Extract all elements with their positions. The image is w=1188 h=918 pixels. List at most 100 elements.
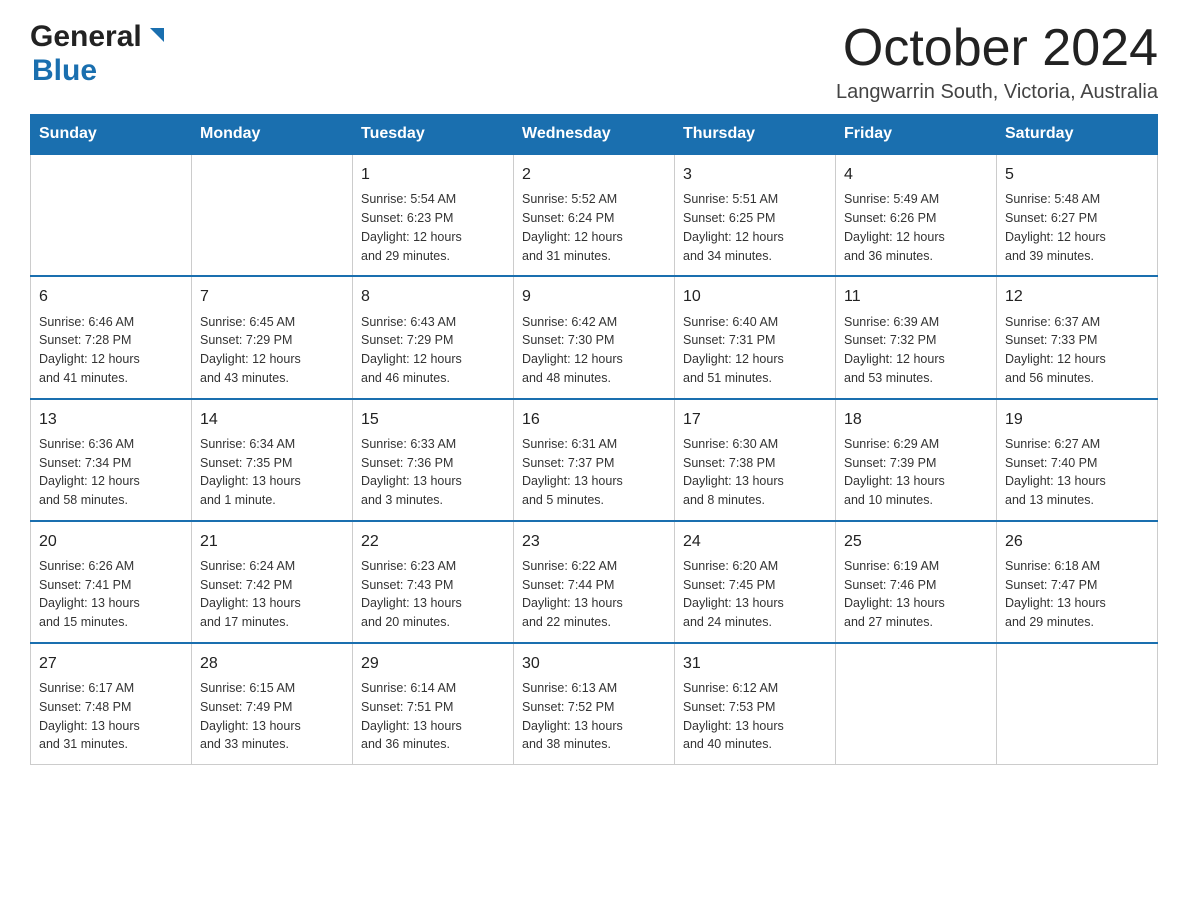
calendar-cell-w5-d1: 27Sunrise: 6:17 AM Sunset: 7:48 PM Dayli… bbox=[31, 643, 192, 765]
day-number: 23 bbox=[522, 530, 666, 553]
page-header: General Blue October 2024 Langwarrin Sou… bbox=[30, 20, 1158, 104]
calendar-cell-w1-d2 bbox=[192, 154, 353, 276]
day-info: Sunrise: 5:52 AM Sunset: 6:24 PM Dayligh… bbox=[522, 190, 666, 265]
header-thursday: Thursday bbox=[675, 115, 836, 155]
header-tuesday: Tuesday bbox=[353, 115, 514, 155]
calendar-cell-w1-d4: 2 Sunrise: 5:52 AM Sunset: 6:24 PM Daylig… bbox=[514, 154, 675, 276]
day-info: Sunrise: 6:29 AM Sunset: 7:39 PM Dayligh… bbox=[844, 435, 988, 510]
title-section: October 2024 Langwarrin South, Victoria,… bbox=[836, 20, 1158, 104]
header-sunday: Sunday bbox=[31, 115, 192, 155]
day-number: 27 bbox=[39, 652, 183, 675]
day-number: 21 bbox=[200, 530, 344, 553]
logo-triangle-icon bbox=[146, 24, 168, 51]
day-info: Sunrise: 5:51 AM Sunset: 6:25 PM Dayligh… bbox=[683, 190, 827, 265]
calendar-cell-w4-d2: 21 Sunrise: 6:24 AM Sunset: 7:42 PM Dayli… bbox=[192, 521, 353, 643]
calendar-cell-w3-d5: 17Sunrise: 6:30 AM Sunset: 7:38 PM Dayli… bbox=[675, 399, 836, 521]
day-number: 24 bbox=[683, 530, 827, 553]
day-info: Sunrise: 6:24 AM Sunset: 7:42 PM Dayligh… bbox=[200, 557, 344, 632]
day-number: 25 bbox=[844, 530, 988, 553]
weekday-header-row: Sunday Monday Tuesday Wednesday Thursday… bbox=[31, 115, 1158, 155]
day-number: 20 bbox=[39, 530, 183, 553]
calendar-cell-w2-d7: 12Sunrise: 6:37 AM Sunset: 7:33 PM Dayli… bbox=[997, 276, 1158, 398]
day-info: Sunrise: 6:19 AM Sunset: 7:46 PM Dayligh… bbox=[844, 557, 988, 632]
day-info: Sunrise: 6:13 AM Sunset: 7:52 PM Dayligh… bbox=[522, 679, 666, 754]
day-info: Sunrise: 5:54 AM Sunset: 6:23 PM Dayligh… bbox=[361, 190, 505, 265]
day-info: Sunrise: 6:22 AM Sunset: 7:44 PM Dayligh… bbox=[522, 557, 666, 632]
day-number: 30 bbox=[522, 652, 666, 675]
calendar-cell-w2-d4: 9 Sunrise: 6:42 AM Sunset: 7:30 PM Daylig… bbox=[514, 276, 675, 398]
calendar-cell-w4-d6: 25 Sunrise: 6:19 AM Sunset: 7:46 PM Dayli… bbox=[836, 521, 997, 643]
calendar-cell-w3-d2: 14 Sunrise: 6:34 AM Sunset: 7:35 PM Dayli… bbox=[192, 399, 353, 521]
day-info: Sunrise: 6:36 AM Sunset: 7:34 PM Dayligh… bbox=[39, 435, 183, 510]
calendar-cell-w5-d2: 28Sunrise: 6:15 AM Sunset: 7:49 PM Dayli… bbox=[192, 643, 353, 765]
day-info: Sunrise: 6:33 AM Sunset: 7:36 PM Dayligh… bbox=[361, 435, 505, 510]
calendar-cell-w3-d4: 16Sunrise: 6:31 AM Sunset: 7:37 PM Dayli… bbox=[514, 399, 675, 521]
day-info: Sunrise: 6:18 AM Sunset: 7:47 PM Dayligh… bbox=[1005, 557, 1149, 632]
day-info: Sunrise: 6:39 AM Sunset: 7:32 PM Dayligh… bbox=[844, 313, 988, 388]
calendar-cell-w1-d5: 3Sunrise: 5:51 AM Sunset: 6:25 PM Daylig… bbox=[675, 154, 836, 276]
calendar-cell-w4-d7: 26 Sunrise: 6:18 AM Sunset: 7:47 PM Dayli… bbox=[997, 521, 1158, 643]
day-number: 31 bbox=[683, 652, 827, 675]
calendar-cell-w5-d4: 30 Sunrise: 6:13 AM Sunset: 7:52 PM Dayli… bbox=[514, 643, 675, 765]
calendar-cell-w2-d2: 7 Sunrise: 6:45 AM Sunset: 7:29 PM Daylig… bbox=[192, 276, 353, 398]
header-wednesday: Wednesday bbox=[514, 115, 675, 155]
day-number: 26 bbox=[1005, 530, 1149, 553]
day-info: Sunrise: 6:46 AM Sunset: 7:28 PM Dayligh… bbox=[39, 313, 183, 388]
header-saturday: Saturday bbox=[997, 115, 1158, 155]
day-number: 12 bbox=[1005, 285, 1149, 308]
day-info: Sunrise: 6:14 AM Sunset: 7:51 PM Dayligh… bbox=[361, 679, 505, 754]
day-number: 22 bbox=[361, 530, 505, 553]
calendar-cell-w5-d7 bbox=[997, 643, 1158, 765]
week-row-5: 27Sunrise: 6:17 AM Sunset: 7:48 PM Dayli… bbox=[31, 643, 1158, 765]
day-info: Sunrise: 6:45 AM Sunset: 7:29 PM Dayligh… bbox=[200, 313, 344, 388]
header-monday: Monday bbox=[192, 115, 353, 155]
calendar-cell-w2-d5: 10Sunrise: 6:40 AM Sunset: 7:31 PM Dayli… bbox=[675, 276, 836, 398]
calendar-cell-w5-d5: 31 Sunrise: 6:12 AM Sunset: 7:53 PM Dayli… bbox=[675, 643, 836, 765]
day-info: Sunrise: 6:23 AM Sunset: 7:43 PM Dayligh… bbox=[361, 557, 505, 632]
day-number: 5 bbox=[1005, 163, 1149, 186]
calendar-cell-w2-d1: 6 Sunrise: 6:46 AM Sunset: 7:28 PM Daylig… bbox=[31, 276, 192, 398]
calendar-cell-w1-d7: 5 Sunrise: 5:48 AM Sunset: 6:27 PM Daylig… bbox=[997, 154, 1158, 276]
location-title: Langwarrin South, Victoria, Australia bbox=[836, 81, 1158, 104]
day-number: 9 bbox=[522, 285, 666, 308]
day-number: 13 bbox=[39, 408, 183, 431]
calendar-cell-w5-d6 bbox=[836, 643, 997, 765]
day-number: 1 bbox=[361, 163, 505, 186]
calendar-cell-w3-d6: 18 Sunrise: 6:29 AM Sunset: 7:39 PM Dayli… bbox=[836, 399, 997, 521]
day-info: Sunrise: 6:43 AM Sunset: 7:29 PM Dayligh… bbox=[361, 313, 505, 388]
calendar-cell-w4-d4: 23 Sunrise: 6:22 AM Sunset: 7:44 PM Dayli… bbox=[514, 521, 675, 643]
day-info: Sunrise: 6:12 AM Sunset: 7:53 PM Dayligh… bbox=[683, 679, 827, 754]
day-number: 15 bbox=[361, 408, 505, 431]
calendar-cell-w2-d3: 8 Sunrise: 6:43 AM Sunset: 7:29 PM Daylig… bbox=[353, 276, 514, 398]
month-title: October 2024 bbox=[836, 20, 1158, 77]
day-number: 7 bbox=[200, 285, 344, 308]
day-info: Sunrise: 6:42 AM Sunset: 7:30 PM Dayligh… bbox=[522, 313, 666, 388]
day-number: 29 bbox=[361, 652, 505, 675]
day-info: Sunrise: 6:34 AM Sunset: 7:35 PM Dayligh… bbox=[200, 435, 344, 510]
header-friday: Friday bbox=[836, 115, 997, 155]
calendar-cell-w4-d1: 20Sunrise: 6:26 AM Sunset: 7:41 PM Dayli… bbox=[31, 521, 192, 643]
day-number: 2 bbox=[522, 163, 666, 186]
day-number: 6 bbox=[39, 285, 183, 308]
calendar-cell-w1-d6: 4 Sunrise: 5:49 AM Sunset: 6:26 PM Daylig… bbox=[836, 154, 997, 276]
week-row-4: 20Sunrise: 6:26 AM Sunset: 7:41 PM Dayli… bbox=[31, 521, 1158, 643]
week-row-3: 13 Sunrise: 6:36 AM Sunset: 7:34 PM Dayli… bbox=[31, 399, 1158, 521]
calendar-cell-w2-d6: 11Sunrise: 6:39 AM Sunset: 7:32 PM Dayli… bbox=[836, 276, 997, 398]
day-number: 19 bbox=[1005, 408, 1149, 431]
day-info: Sunrise: 6:31 AM Sunset: 7:37 PM Dayligh… bbox=[522, 435, 666, 510]
logo-general-text: General bbox=[30, 20, 142, 54]
calendar-cell-w3-d1: 13 Sunrise: 6:36 AM Sunset: 7:34 PM Dayli… bbox=[31, 399, 192, 521]
logo-blue-text: Blue bbox=[32, 54, 97, 88]
day-number: 18 bbox=[844, 408, 988, 431]
day-info: Sunrise: 6:40 AM Sunset: 7:31 PM Dayligh… bbox=[683, 313, 827, 388]
calendar-cell-w1-d3: 1 Sunrise: 5:54 AM Sunset: 6:23 PM Daylig… bbox=[353, 154, 514, 276]
day-number: 4 bbox=[844, 163, 988, 186]
day-number: 8 bbox=[361, 285, 505, 308]
logo: General Blue bbox=[30, 20, 168, 88]
day-info: Sunrise: 6:27 AM Sunset: 7:40 PM Dayligh… bbox=[1005, 435, 1149, 510]
day-info: Sunrise: 5:48 AM Sunset: 6:27 PM Dayligh… bbox=[1005, 190, 1149, 265]
day-number: 14 bbox=[200, 408, 344, 431]
calendar-cell-w3-d3: 15 Sunrise: 6:33 AM Sunset: 7:36 PM Dayli… bbox=[353, 399, 514, 521]
day-info: Sunrise: 6:30 AM Sunset: 7:38 PM Dayligh… bbox=[683, 435, 827, 510]
day-info: Sunrise: 5:49 AM Sunset: 6:26 PM Dayligh… bbox=[844, 190, 988, 265]
